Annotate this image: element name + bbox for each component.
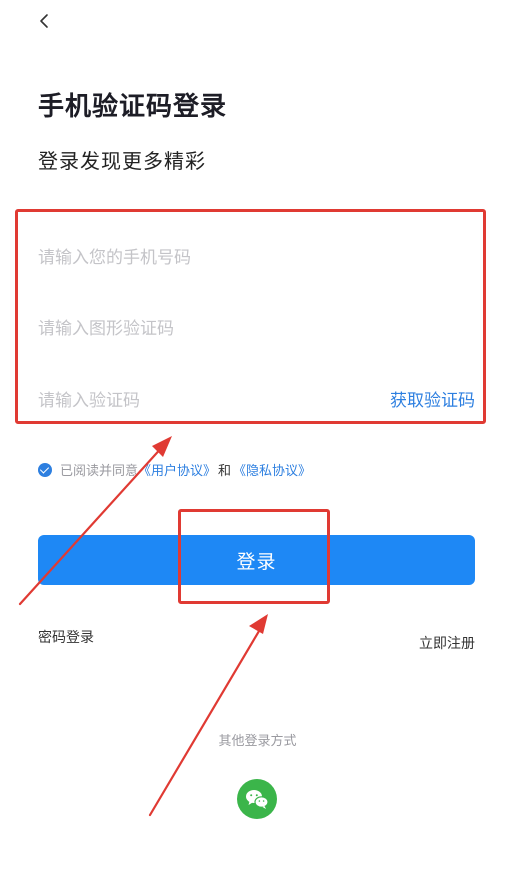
captcha-input[interactable] [38, 314, 474, 344]
wechat-icon [246, 790, 269, 809]
page-subtitle: 登录发现更多精彩 [38, 149, 206, 173]
agreement-prefix: 已阅读并同意 [60, 464, 139, 479]
chevron-left-icon [40, 14, 48, 28]
user-agreement-link[interactable]: 《用户协议》 [138, 460, 216, 479]
agreement-checkbox[interactable] [38, 462, 52, 477]
annotation-arrows [18, 436, 268, 817]
login-button[interactable]: 登录 [38, 535, 475, 585]
register-link[interactable]: 立即注册 [419, 633, 475, 653]
back-button[interactable] [34, 10, 58, 34]
agreement-row: 已阅读并同意 《用户协议》 和 《隐私协议》 [38, 460, 311, 479]
password-login-link[interactable]: 密码登录 [38, 627, 94, 647]
privacy-policy-link[interactable]: 《隐私协议》 [233, 460, 311, 479]
login-page: 手机验证码登录 登录发现更多精彩 获取验证码 已阅读并同意 《用户协议》 和 《… [0, 0, 515, 892]
wechat-login-button[interactable] [237, 779, 277, 819]
verification-code-input[interactable] [38, 386, 368, 416]
page-title: 手机验证码登录 [38, 92, 228, 122]
get-code-button[interactable]: 获取验证码 [390, 386, 475, 411]
phone-input[interactable] [38, 243, 474, 273]
agreement-and: 和 [218, 464, 232, 479]
other-login-methods-label: 其他登录方式 [218, 734, 297, 749]
